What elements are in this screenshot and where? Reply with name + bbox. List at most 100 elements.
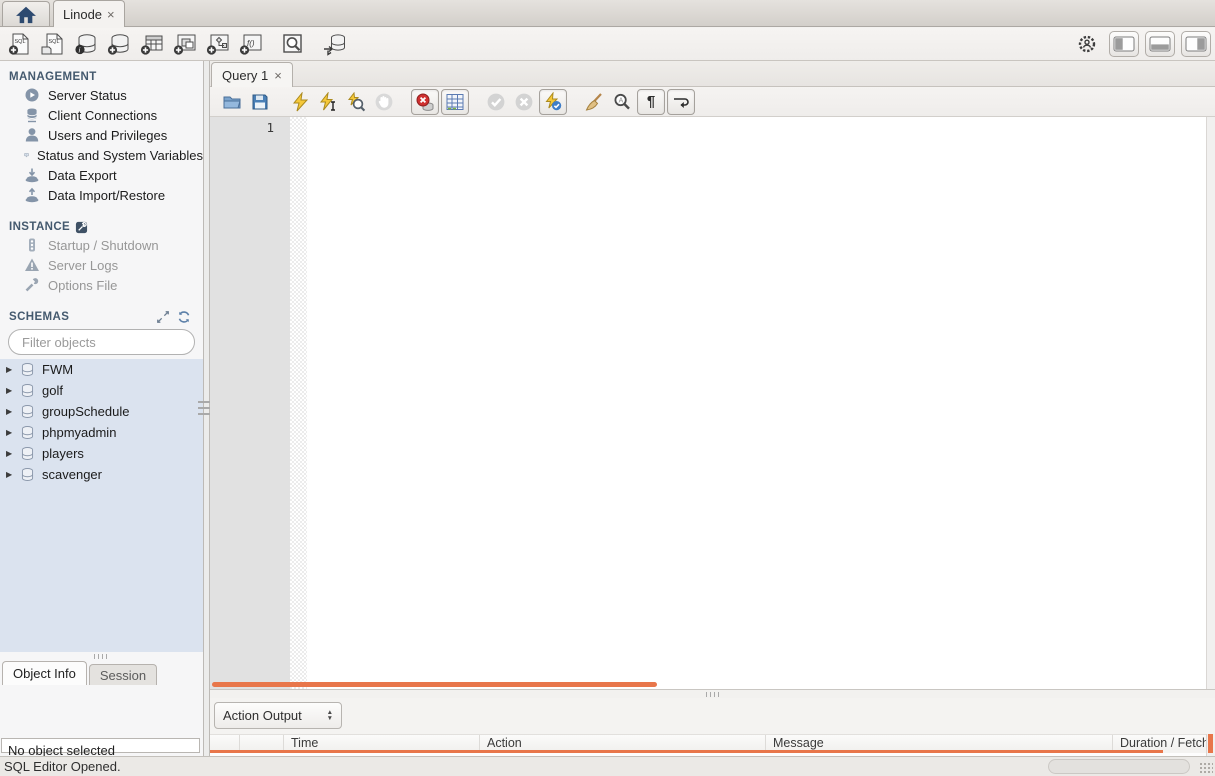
expand-arrow-icon[interactable]: ▶	[6, 407, 16, 416]
search-table-data-button[interactable]	[277, 30, 309, 58]
schema-name: phpmyadmin	[42, 425, 117, 440]
fold-margin	[290, 117, 307, 689]
sidebar-item-status-system-variables[interactable]: Status and System Variables	[0, 145, 203, 165]
sidebar-item-startup-shutdown[interactable]: Startup / Shutdown	[0, 235, 203, 255]
find-button[interactable]: A	[608, 89, 636, 115]
sidebar-item-server-status[interactable]: Server Status	[0, 85, 203, 105]
explain-statement-button[interactable]	[342, 89, 370, 115]
execute-script-button[interactable]	[286, 89, 314, 115]
sidebar-item-users-privileges[interactable]: Users and Privileges	[0, 125, 203, 145]
close-tab-icon[interactable]: ×	[107, 7, 115, 22]
expand-arrow-icon[interactable]: ▶	[6, 365, 16, 374]
schema-item-players[interactable]: ▶ players	[0, 443, 203, 464]
toggle-sidebar-button[interactable]	[1109, 31, 1139, 57]
client-connections-icon	[26, 108, 38, 123]
data-import-icon	[25, 187, 39, 203]
instance-wrench-badge-icon	[76, 221, 88, 233]
toggle-output-area-button[interactable]	[1145, 31, 1175, 57]
sql-code-editor[interactable]: 1	[210, 117, 1215, 690]
svg-text:A: A	[619, 97, 624, 104]
new-sql-tab-button[interactable]: SQL	[4, 30, 36, 58]
output-selector-value: Action Output	[223, 708, 302, 723]
expand-arrow-icon[interactable]: ▶	[6, 428, 16, 437]
schema-inspector-button[interactable]: i	[70, 30, 102, 58]
output-view-selector[interactable]: Action Output ▲ ▼	[214, 702, 342, 729]
editor-vertical-scrollbar[interactable]	[1206, 117, 1215, 689]
schema-database-icon	[21, 426, 34, 439]
rollback-button[interactable]	[510, 89, 538, 115]
editor-horizontal-scrollbar[interactable]	[212, 682, 657, 687]
refresh-schemas-icon[interactable]	[177, 310, 191, 324]
schema-name: players	[42, 446, 84, 461]
toggle-secondary-sidebar-button[interactable]	[1181, 31, 1211, 57]
sql-text-area[interactable]	[307, 117, 1206, 689]
schema-item-fwm[interactable]: ▶ FWM	[0, 359, 203, 380]
column-message[interactable]: Message	[766, 735, 1113, 750]
find-magnifier-icon: A	[614, 93, 630, 109]
expand-arrow-icon[interactable]: ▶	[6, 449, 16, 458]
sidebar-item-options-file[interactable]: Options File	[0, 275, 203, 295]
toggle-word-wrap-button[interactable]	[667, 88, 695, 115]
create-schema-icon	[107, 34, 129, 55]
schema-item-scavenger[interactable]: ▶ scavenger	[0, 464, 203, 485]
commit-button[interactable]	[482, 89, 510, 115]
options-file-wrench-icon	[25, 278, 39, 292]
save-script-button[interactable]	[246, 89, 274, 115]
column-duration-fetch[interactable]: Duration / Fetch	[1113, 735, 1206, 750]
open-script-button[interactable]	[218, 89, 246, 115]
toggle-limit-rows-button[interactable]	[441, 88, 469, 115]
toggle-stop-on-error-button[interactable]	[411, 88, 439, 115]
output-table-header: Time Action Message Duration / Fetch	[210, 734, 1206, 750]
output-splitter[interactable]	[210, 690, 1215, 698]
toggle-autocommit-button[interactable]	[539, 88, 567, 115]
toggle-invisible-characters-button[interactable]: ¶	[637, 88, 665, 115]
schema-inspector-icon: i	[75, 34, 96, 54]
schema-list: ▶ FWM ▶ golf ▶ groupSchedule ▶ phpmyadmi…	[0, 359, 203, 652]
output-header-accent-line	[210, 750, 1163, 753]
expand-panel-icon[interactable]	[156, 310, 170, 324]
create-function-button[interactable]: f()	[235, 30, 267, 58]
create-schema-button[interactable]	[103, 30, 135, 58]
server-logs-icon	[25, 258, 39, 271]
main-toolbar: SQL SQL i f()	[0, 28, 1215, 61]
tab-query-1[interactable]: Query 1 ×	[211, 62, 293, 87]
schema-item-golf[interactable]: ▶ golf	[0, 380, 203, 401]
stop-on-error-icon	[416, 93, 434, 111]
sidebar-item-client-connections[interactable]: Client Connections	[0, 105, 203, 125]
system-variables-icon	[24, 153, 29, 158]
window-resize-grip[interactable]	[1199, 762, 1213, 774]
home-icon	[16, 6, 36, 23]
status-message: SQL Editor Opened.	[4, 759, 121, 774]
home-tab[interactable]	[2, 1, 50, 26]
expand-arrow-icon[interactable]: ▶	[6, 470, 16, 479]
sidebar-item-data-export[interactable]: Data Export	[0, 165, 203, 185]
schema-filter-input[interactable]	[22, 334, 198, 350]
beautify-query-button[interactable]	[580, 89, 608, 115]
schema-name: golf	[42, 383, 63, 398]
sidebar-item-server-logs[interactable]: Server Logs	[0, 255, 203, 275]
sidebar-horizontal-splitter[interactable]	[0, 652, 203, 660]
connection-tab-linode[interactable]: Linode ×	[53, 0, 125, 27]
execute-bolt-icon	[292, 91, 309, 111]
close-query-tab-icon[interactable]: ×	[274, 68, 282, 83]
preferences-button[interactable]	[1071, 30, 1103, 58]
create-view-button[interactable]	[169, 30, 201, 58]
sidebar-item-data-import-restore[interactable]: Data Import/Restore	[0, 185, 203, 205]
schema-item-groupschedule[interactable]: ▶ groupSchedule	[0, 401, 203, 422]
column-action[interactable]: Action	[480, 735, 766, 750]
selector-spinner-icon[interactable]: ▲ ▼	[327, 709, 333, 722]
expand-arrow-icon[interactable]: ▶	[6, 386, 16, 395]
tab-session[interactable]: Session	[88, 664, 158, 685]
sidebar-splitter[interactable]	[198, 61, 212, 756]
create-procedure-button[interactable]	[202, 30, 234, 58]
reconnect-database-button[interactable]	[319, 30, 351, 58]
open-sql-script-button[interactable]: SQL	[37, 30, 69, 58]
column-time[interactable]: Time	[284, 735, 480, 750]
output-scrollbar-thumb[interactable]	[1208, 734, 1213, 753]
tab-object-info[interactable]: Object Info	[2, 661, 87, 685]
execute-current-statement-button[interactable]	[314, 89, 342, 115]
schema-item-phpmyadmin[interactable]: ▶ phpmyadmin	[0, 422, 203, 443]
stop-execution-button[interactable]	[370, 89, 398, 115]
action-output-panel: Action Output ▲ ▼ Time Action Message Dur…	[210, 698, 1215, 756]
create-table-button[interactable]	[136, 30, 168, 58]
